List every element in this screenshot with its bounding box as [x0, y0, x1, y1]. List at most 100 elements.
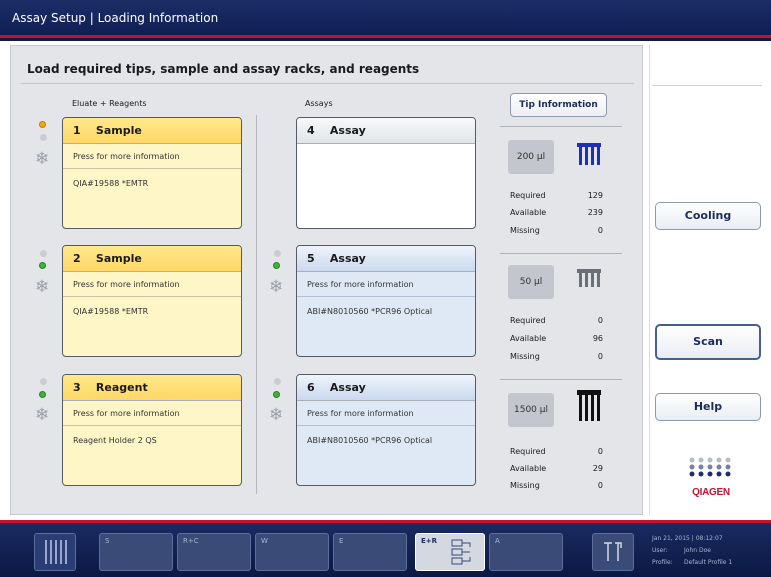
slot-number: 6 [307, 381, 315, 394]
slot-number: 3 [73, 381, 81, 394]
tip-1500-available-label: Available [510, 464, 547, 473]
assays-heading: Assays [305, 99, 333, 108]
scan-button[interactable]: Scan [655, 324, 761, 360]
slot-2-status-led-ready [39, 262, 46, 269]
slot-content-id: ABI#N8010560 *PCR96 Optical [307, 307, 433, 316]
tools-button[interactable] [592, 533, 634, 571]
slot-1-status-led-ready [40, 134, 47, 141]
slot-6-status-led-ready [273, 391, 280, 398]
slot-1-status-led-loading [39, 121, 46, 128]
tip-50-volume: 50 µl [508, 265, 554, 299]
tab-eluate[interactable]: E [333, 533, 407, 571]
tip-50-available-value: 96 [592, 334, 603, 343]
tip-1500-missing-value: 0 [597, 481, 603, 490]
slot-content-id: QIA#19588 *EMTR [73, 179, 149, 188]
more-info-text: Press for more information [73, 152, 180, 161]
slot-6-cooling-icon: ❄ [269, 405, 284, 425]
tip-information-button[interactable]: Tip Information [510, 93, 607, 117]
tip-50-required-value: 0 [597, 316, 603, 325]
tip-1500-missing-label: Missing [510, 481, 540, 490]
tip-200-required-value: 129 [587, 191, 603, 200]
tip-200-available-value: 239 [587, 208, 603, 217]
slot-3-status-led-loading [40, 378, 47, 385]
side-panel: Cooling Scan Help QIAGEN [649, 45, 766, 515]
tab-assay[interactable]: A [489, 533, 563, 571]
slot-5-cooling-icon: ❄ [269, 277, 284, 297]
tab-eluate-reagents[interactable]: E+R [415, 533, 485, 571]
tab-er-label: E+R [421, 537, 438, 545]
tip-rack-1500-icon [576, 389, 602, 427]
tab-e-label: E [339, 537, 344, 545]
profile-name: Default Profile 1 [684, 559, 733, 566]
tab-sample-label: S [105, 537, 110, 545]
tip-50-available-label: Available [510, 334, 547, 343]
slot-3-status-led-ready [39, 391, 46, 398]
slot-content-id: ABI#N8010560 *PCR96 Optical [307, 436, 433, 445]
tip-200-missing-label: Missing [510, 226, 540, 235]
taskbar: S R+C W E E+R A Jan 21, 2015 | 08:12:07 … [0, 520, 771, 577]
slot-2-sample-card[interactable]: 2 Sample Press for more information QIA#… [62, 245, 242, 357]
tip-section-divider [500, 126, 622, 127]
tip-200-missing-value: 0 [597, 226, 603, 235]
slot-5-assay-card[interactable]: 5 Assay Press for more information ABI#N… [296, 245, 476, 357]
tab-sample[interactable]: S [99, 533, 173, 571]
tools-icon [604, 542, 622, 561]
tab-rc-label: R+C [183, 537, 199, 545]
slot-content-id: QIA#19588 *EMTR [73, 307, 149, 316]
tip-200-required-label: Required [510, 191, 546, 200]
slot-name: Assay [329, 252, 366, 265]
slot-number: 5 [307, 252, 315, 265]
tip-50-missing-label: Missing [510, 352, 540, 361]
rack-overview-button[interactable] [34, 533, 76, 571]
slot-name: Assay [329, 381, 366, 394]
tab-a-label: A [495, 537, 500, 545]
tip-50-required-label: Required [510, 316, 546, 325]
tab-reagents-consumables[interactable]: R+C [177, 533, 251, 571]
tip-1500-required-label: Required [510, 447, 546, 456]
slot-content-id: Reagent Holder 2 QS [73, 436, 157, 445]
tip-200-volume: 200 µl [508, 140, 554, 174]
slot-name: Reagent [95, 381, 148, 394]
tip-1500-required-value: 0 [597, 447, 603, 456]
slot-4-assay-card[interactable]: 4 Assay [296, 117, 476, 229]
tip-200-available-label: Available [510, 208, 547, 217]
tip-rack-200-icon [576, 142, 602, 172]
slot-5-status-led-ready [273, 262, 280, 269]
qiagen-logo: QIAGEN [688, 457, 734, 498]
slot-3-reagent-card[interactable]: 3 Reagent Press for more information Rea… [62, 374, 242, 486]
plate-layout-icon [451, 539, 471, 565]
slot-6-assay-card[interactable]: 6 Assay Press for more information ABI#N… [296, 374, 476, 486]
slot-name: Sample [95, 252, 142, 265]
slot-number: 1 [73, 124, 81, 137]
slot-name: Sample [95, 124, 142, 137]
slot-3-cooling-icon: ❄ [35, 405, 50, 425]
more-info-text: Press for more information [307, 280, 414, 289]
title-bar: Assay Setup | Loading Information [0, 0, 771, 38]
window-title: Assay Setup | Loading Information [12, 11, 219, 25]
slot-2-cooling-icon: ❄ [35, 277, 50, 297]
profile-label: Profile: [652, 559, 673, 566]
user-label: User: [652, 547, 668, 554]
tip-50-missing-value: 0 [597, 352, 603, 361]
datetime: Jan 21, 2015 | 08:12:07 [652, 535, 723, 542]
cooling-button[interactable]: Cooling [655, 202, 761, 230]
page-title: Load required tips, sample and assay rac… [27, 62, 420, 76]
tip-section-divider [500, 253, 622, 254]
user-name: John Doe [684, 547, 711, 554]
tip-1500-volume: 1500 µl [508, 393, 554, 427]
column-divider [256, 115, 257, 494]
more-info-text: Press for more information [73, 409, 180, 418]
slot-1-sample-card[interactable]: 1 Sample Press for more information QIA#… [62, 117, 242, 229]
tip-1500-available-value: 29 [592, 464, 603, 473]
slot-6-status-led-loading [274, 378, 281, 385]
side-divider [652, 85, 762, 86]
more-info-text: Press for more information [73, 280, 180, 289]
title-divider [21, 83, 634, 84]
slot-number: 4 [307, 124, 315, 137]
tab-w-label: W [261, 537, 268, 545]
tab-w[interactable]: W [255, 533, 329, 571]
slot-5-status-led-loading [274, 250, 281, 257]
help-button[interactable]: Help [655, 393, 761, 421]
eluate-reagents-heading: Eluate + Reagents [72, 99, 147, 108]
slot-2-status-led-loading [40, 250, 47, 257]
